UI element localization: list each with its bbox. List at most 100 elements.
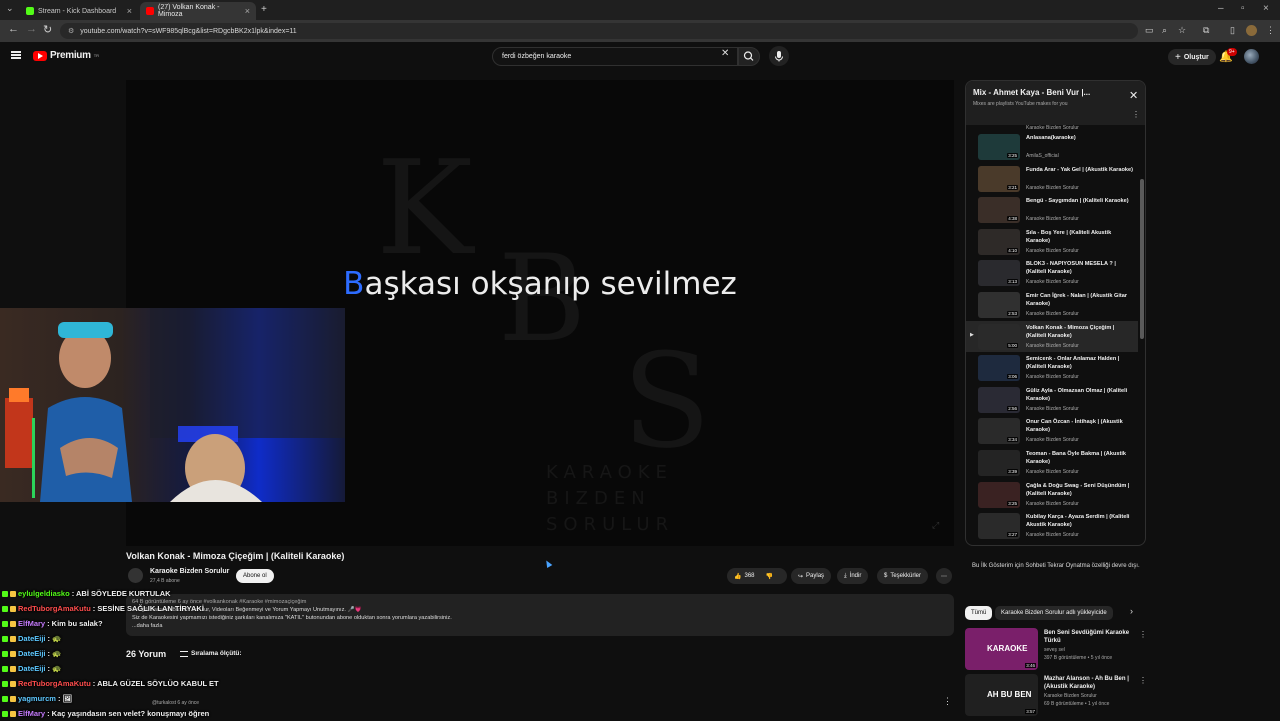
minimize-icon[interactable]: – xyxy=(1218,3,1224,14)
chat-username[interactable]: ElfMary xyxy=(18,619,45,628)
playlist-thumbnail[interactable]: 5:00 xyxy=(978,323,1020,350)
search-button[interactable] xyxy=(738,47,760,66)
subscribe-button[interactable]: Abone ol xyxy=(236,569,274,583)
profile-avatar[interactable] xyxy=(1246,25,1257,36)
playlist-item[interactable]: 3:25 Anlasana(karaoke) AmilaS_official xyxy=(966,131,1138,162)
voice-search-button[interactable] xyxy=(769,46,789,66)
chat-username[interactable]: DateEiji xyxy=(18,649,46,658)
playlist-thumbnail[interactable]: 3:25 xyxy=(978,134,1020,160)
playlist-thumbnail[interactable]: 2:56 xyxy=(978,386,1020,413)
video-menu-icon[interactable]: ⋮ xyxy=(1139,630,1147,639)
window-close-icon[interactable]: × xyxy=(1263,3,1269,14)
playlist-item[interactable]: 3:34 Onur Can Özcan - İntihaşk | (Akustik… xyxy=(966,415,1138,446)
sidepanel-icon[interactable]: ▯ xyxy=(1230,25,1235,36)
site-info-icon[interactable]: ⚙ xyxy=(68,27,74,35)
playlist-thumbnail[interactable]: 3:34 xyxy=(978,418,1020,445)
playlist-item[interactable]: 2:56 Güliz Ayla - Olmazsan Olmaz | (Kalit… xyxy=(966,384,1138,415)
zoom-icon[interactable]: ⌕ xyxy=(1162,25,1167,36)
chat-username[interactable]: DateEiji xyxy=(18,664,46,673)
thumbs-down-icon[interactable]: 👎 xyxy=(766,573,773,580)
tab-search-chevron-icon[interactable]: ⌄ xyxy=(6,3,14,14)
video-menu-icon[interactable]: ⋮ xyxy=(1139,676,1147,685)
comment-menu-icon[interactable]: ⋮ xyxy=(943,696,952,707)
playlist-item[interactable]: 3:39 Teoman - Bana Öyle Bakma | (Akustik … xyxy=(966,447,1138,478)
playlist-item[interactable]: 3:25 Çağla & Doğu Swag - Seni Düşündüm | … xyxy=(966,479,1138,510)
share-button[interactable]: ↪ Paylaş xyxy=(791,568,832,584)
channel-name[interactable]: seveş sel xyxy=(1044,647,1065,654)
tab-close-icon[interactable]: × xyxy=(127,6,132,16)
playlist-item[interactable]: 4:10 Sıla - Boş Yere | (Kaliteli Akustik … xyxy=(966,226,1138,257)
chip-scroll-right-icon[interactable]: › xyxy=(1130,606,1133,616)
address-bar[interactable]: ⚙ youtube.com/watch?v=sWF985qlBcg&list=R… xyxy=(60,23,1138,39)
playlist-item-title[interactable]: Semicenk - Onlar Anlamaz Halden | (Kalit… xyxy=(1026,355,1134,371)
search-input[interactable]: ferdi özbeğen karaoke xyxy=(492,47,738,66)
playlist-item-title[interactable]: Anlasana(karaoke) xyxy=(1026,134,1134,142)
tab-kick-dashboard[interactable]: Stream - Kick Dashboard × xyxy=(20,2,138,20)
playlist-thumbnail[interactable]: 3:13 xyxy=(978,260,1020,287)
playlist-thumbnail[interactable]: 3:25 xyxy=(978,481,1020,508)
playlist-item[interactable]: ▶ 5:00 Volkan Konak - Mimoza Çiçeğim | (Ka… xyxy=(966,320,1138,352)
video-title[interactable]: Ben Seni Sevdüğümi Karaoke Türkü xyxy=(1044,629,1136,645)
thanks-button[interactable]: $ Teşekkürler xyxy=(877,568,929,584)
channel-name[interactable]: Karaoke Bizden Sorulur xyxy=(150,568,229,575)
tab-youtube-video[interactable]: (27) Volkan Konak - Mimoza × xyxy=(140,2,256,20)
more-actions-button[interactable]: ⋯ xyxy=(936,568,952,584)
playlist-item-title[interactable]: Bengü - Saygımdan | (Kaliteli Karaoke) xyxy=(1026,197,1134,205)
playlist-item[interactable]: 4:38 Bengü - Saygımdan | (Kaliteli Karaok… xyxy=(966,194,1138,225)
playlist-item[interactable]: 2:53 Emir Can İğrek - Nalan | (Akustik Gi… xyxy=(966,289,1138,320)
maximize-icon[interactable]: ▫ xyxy=(1241,3,1245,14)
extensions-icon[interactable]: ⧉ xyxy=(1203,25,1209,36)
video-thumbnail[interactable]: AH BU BEN 3:57 xyxy=(965,674,1038,716)
youtube-premium-logo[interactable]: Premium TR xyxy=(33,50,99,61)
playlist-scrollbar[interactable] xyxy=(1140,127,1144,545)
chat-username[interactable]: RedTuborgAmaKutu xyxy=(18,679,91,688)
filter-chip-all[interactable]: Tümü xyxy=(965,606,993,620)
playlist-item[interactable]: 3:06 Semicenk - Onlar Anlamaz Halden | (K… xyxy=(966,352,1138,383)
recommended-video[interactable]: KARAOKE 3:46 Ben Seni Sevdüğümi Karaoke Tü… xyxy=(965,628,1147,672)
reload-icon[interactable]: ↻ xyxy=(43,23,52,36)
new-tab-icon[interactable]: + xyxy=(261,4,267,15)
playlist-thumbnail[interactable]: 4:38 xyxy=(978,197,1020,224)
tab-close-icon[interactable]: × xyxy=(245,6,250,16)
playlist-item-title[interactable]: Funda Arar - Yak Gel | (Akustik Karaoke) xyxy=(1026,166,1134,174)
hamburger-menu-icon[interactable] xyxy=(11,51,21,59)
download-button[interactable]: ⤓ İndir xyxy=(837,568,869,584)
playlist-item-title[interactable]: Güliz Ayla - Olmazsan Olmaz | (Kaliteli … xyxy=(1026,387,1134,403)
video-title[interactable]: Mazhar Alanson - Ah Bu Ben | (Akustik Ka… xyxy=(1044,675,1136,691)
recommended-video[interactable]: AH BU BEN 3:57 Mazhar Alanson - Ah Bu Ben … xyxy=(965,674,1147,718)
account-avatar[interactable] xyxy=(1244,49,1259,64)
playlist-item-title[interactable]: Sıla - Boş Yere | (Kaliteli Akustik Kara… xyxy=(1026,229,1134,245)
close-playlist-icon[interactable]: ✕ xyxy=(1129,89,1138,102)
playlist-item-title[interactable]: Emir Can İğrek - Nalan | (Akustik Gitar … xyxy=(1026,292,1134,308)
playlist-thumbnail[interactable]: 3:21 xyxy=(978,165,1020,192)
playlist-title[interactable]: Mix - Ahmet Kaya - Beni Vur |... xyxy=(973,88,1090,97)
playlist-item-title[interactable]: Kubilay Karça - Ayaza Serdim | (Kaliteli… xyxy=(1026,513,1134,529)
playlist-item-title[interactable]: BLOK3 - NAPIYOSUN MESELA ? | (Kaliteli K… xyxy=(1026,260,1134,276)
playlist-menu-icon[interactable]: ⋮ xyxy=(1132,110,1140,119)
playlist-thumbnail[interactable]: 3:06 xyxy=(978,355,1020,382)
playlist-thumbnail[interactable]: 3:27 xyxy=(978,513,1020,540)
forward-icon[interactable]: → xyxy=(26,23,37,35)
channel-name[interactable]: Karaoke Bizden Sorulur xyxy=(1044,693,1097,700)
clear-search-icon[interactable]: ✕ xyxy=(721,48,729,59)
playlist-thumbnail[interactable]: 2:53 xyxy=(978,292,1020,318)
playlist-item[interactable]: 3:13 BLOK3 - NAPIYOSUN MESELA ? | (Kalite… xyxy=(966,257,1138,288)
create-button[interactable]: + Oluştur xyxy=(1168,49,1216,65)
scrollbar-thumb[interactable] xyxy=(1140,179,1144,339)
video-thumbnail[interactable]: KARAOKE 3:46 xyxy=(965,628,1038,670)
channel-avatar[interactable] xyxy=(128,568,143,583)
fullscreen-icon[interactable]: ⤢ xyxy=(932,520,939,531)
bookmark-star-icon[interactable]: ☆ xyxy=(1178,25,1186,36)
back-icon[interactable]: ← xyxy=(8,23,19,35)
chat-username[interactable]: DateEiji xyxy=(18,634,46,643)
playlist-thumbnail[interactable]: 4:10 xyxy=(978,228,1020,255)
chat-username[interactable]: ElfMary xyxy=(18,709,45,718)
chat-username[interactable]: yagmurcm xyxy=(18,694,56,703)
chat-username[interactable]: eylulgeldiasko xyxy=(18,589,70,598)
playlist-item[interactable]: 3:27 Kubilay Karça - Ayaza Serdim | (Kali… xyxy=(966,510,1138,541)
thumbs-up-icon[interactable]: 👍 xyxy=(734,573,741,580)
like-dislike-button[interactable]: 👍 368 👎 xyxy=(727,568,787,584)
playlist-thumbnail[interactable]: 3:39 xyxy=(978,450,1020,476)
playlist-item-title[interactable]: Teoman - Bana Öyle Bakma | (Akustik Kara… xyxy=(1026,450,1134,466)
playlist-item[interactable]: 3:21 Funda Arar - Yak Gel | (Akustik Kara… xyxy=(966,163,1138,194)
